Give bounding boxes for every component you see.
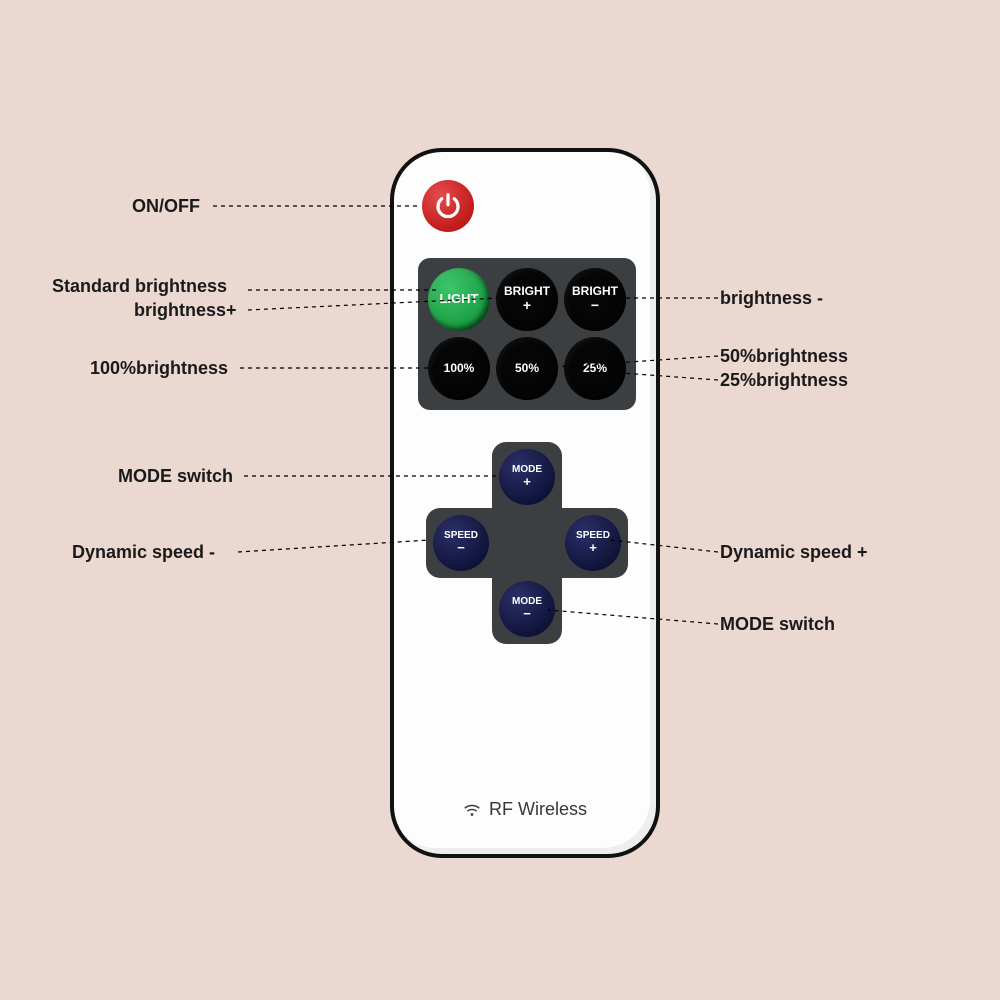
speed-minus-button[interactable]: SPEED − bbox=[433, 515, 489, 571]
light-button[interactable]: LIGHT bbox=[428, 268, 490, 331]
brightness-25-button[interactable]: 25% bbox=[564, 337, 626, 400]
label-onoff: ON/OFF bbox=[132, 196, 200, 217]
label-mode-switch-top: MODE switch bbox=[118, 466, 233, 487]
brightness-pad: LIGHT BRIGHT + BRIGHT − 100% 50% 25% bbox=[418, 258, 636, 410]
dpad: MODE + MODE − SPEED − SPEED + bbox=[426, 442, 628, 644]
remote-control: LIGHT BRIGHT + BRIGHT − 100% 50% 25% MOD… bbox=[390, 148, 660, 858]
label-standard-brightness: Standard brightness bbox=[52, 276, 227, 297]
mode-minus-symbol: − bbox=[523, 607, 531, 621]
brightness-50-button[interactable]: 50% bbox=[496, 337, 558, 400]
brightness-100-label: 100% bbox=[444, 362, 475, 375]
speed-minus-symbol: − bbox=[457, 541, 465, 555]
label-100-brightness: 100%brightness bbox=[90, 358, 228, 379]
label-brightness-plus: brightness+ bbox=[134, 300, 237, 321]
label-50-brightness: 50%brightness bbox=[720, 346, 848, 367]
brightness-50-label: 50% bbox=[515, 362, 539, 375]
label-25-brightness: 25%brightness bbox=[720, 370, 848, 391]
wifi-icon bbox=[463, 801, 481, 819]
label-dynamic-speed-plus: Dynamic speed + bbox=[720, 542, 868, 563]
speed-plus-symbol: + bbox=[589, 541, 597, 555]
mode-minus-button[interactable]: MODE − bbox=[499, 581, 555, 637]
bright-plus-button[interactable]: BRIGHT + bbox=[496, 268, 558, 331]
brightness-100-button[interactable]: 100% bbox=[428, 337, 490, 400]
label-brightness-minus: brightness - bbox=[720, 288, 823, 309]
label-mode-switch-bottom: MODE switch bbox=[720, 614, 835, 635]
mode-plus-button[interactable]: MODE + bbox=[499, 449, 555, 505]
power-button[interactable] bbox=[422, 180, 474, 232]
light-button-label: LIGHT bbox=[440, 292, 479, 306]
mode-plus-symbol: + bbox=[523, 475, 531, 489]
speed-plus-button[interactable]: SPEED + bbox=[565, 515, 621, 571]
power-icon bbox=[433, 191, 463, 221]
brightness-25-label: 25% bbox=[583, 362, 607, 375]
rf-wireless-text: RF Wireless bbox=[489, 799, 587, 820]
bright-minus-symbol: − bbox=[591, 298, 599, 313]
label-dynamic-speed-minus: Dynamic speed - bbox=[72, 542, 215, 563]
rf-wireless-footer: RF Wireless bbox=[394, 799, 656, 820]
bright-plus-symbol: + bbox=[523, 298, 531, 313]
bright-minus-button[interactable]: BRIGHT − bbox=[564, 268, 626, 331]
